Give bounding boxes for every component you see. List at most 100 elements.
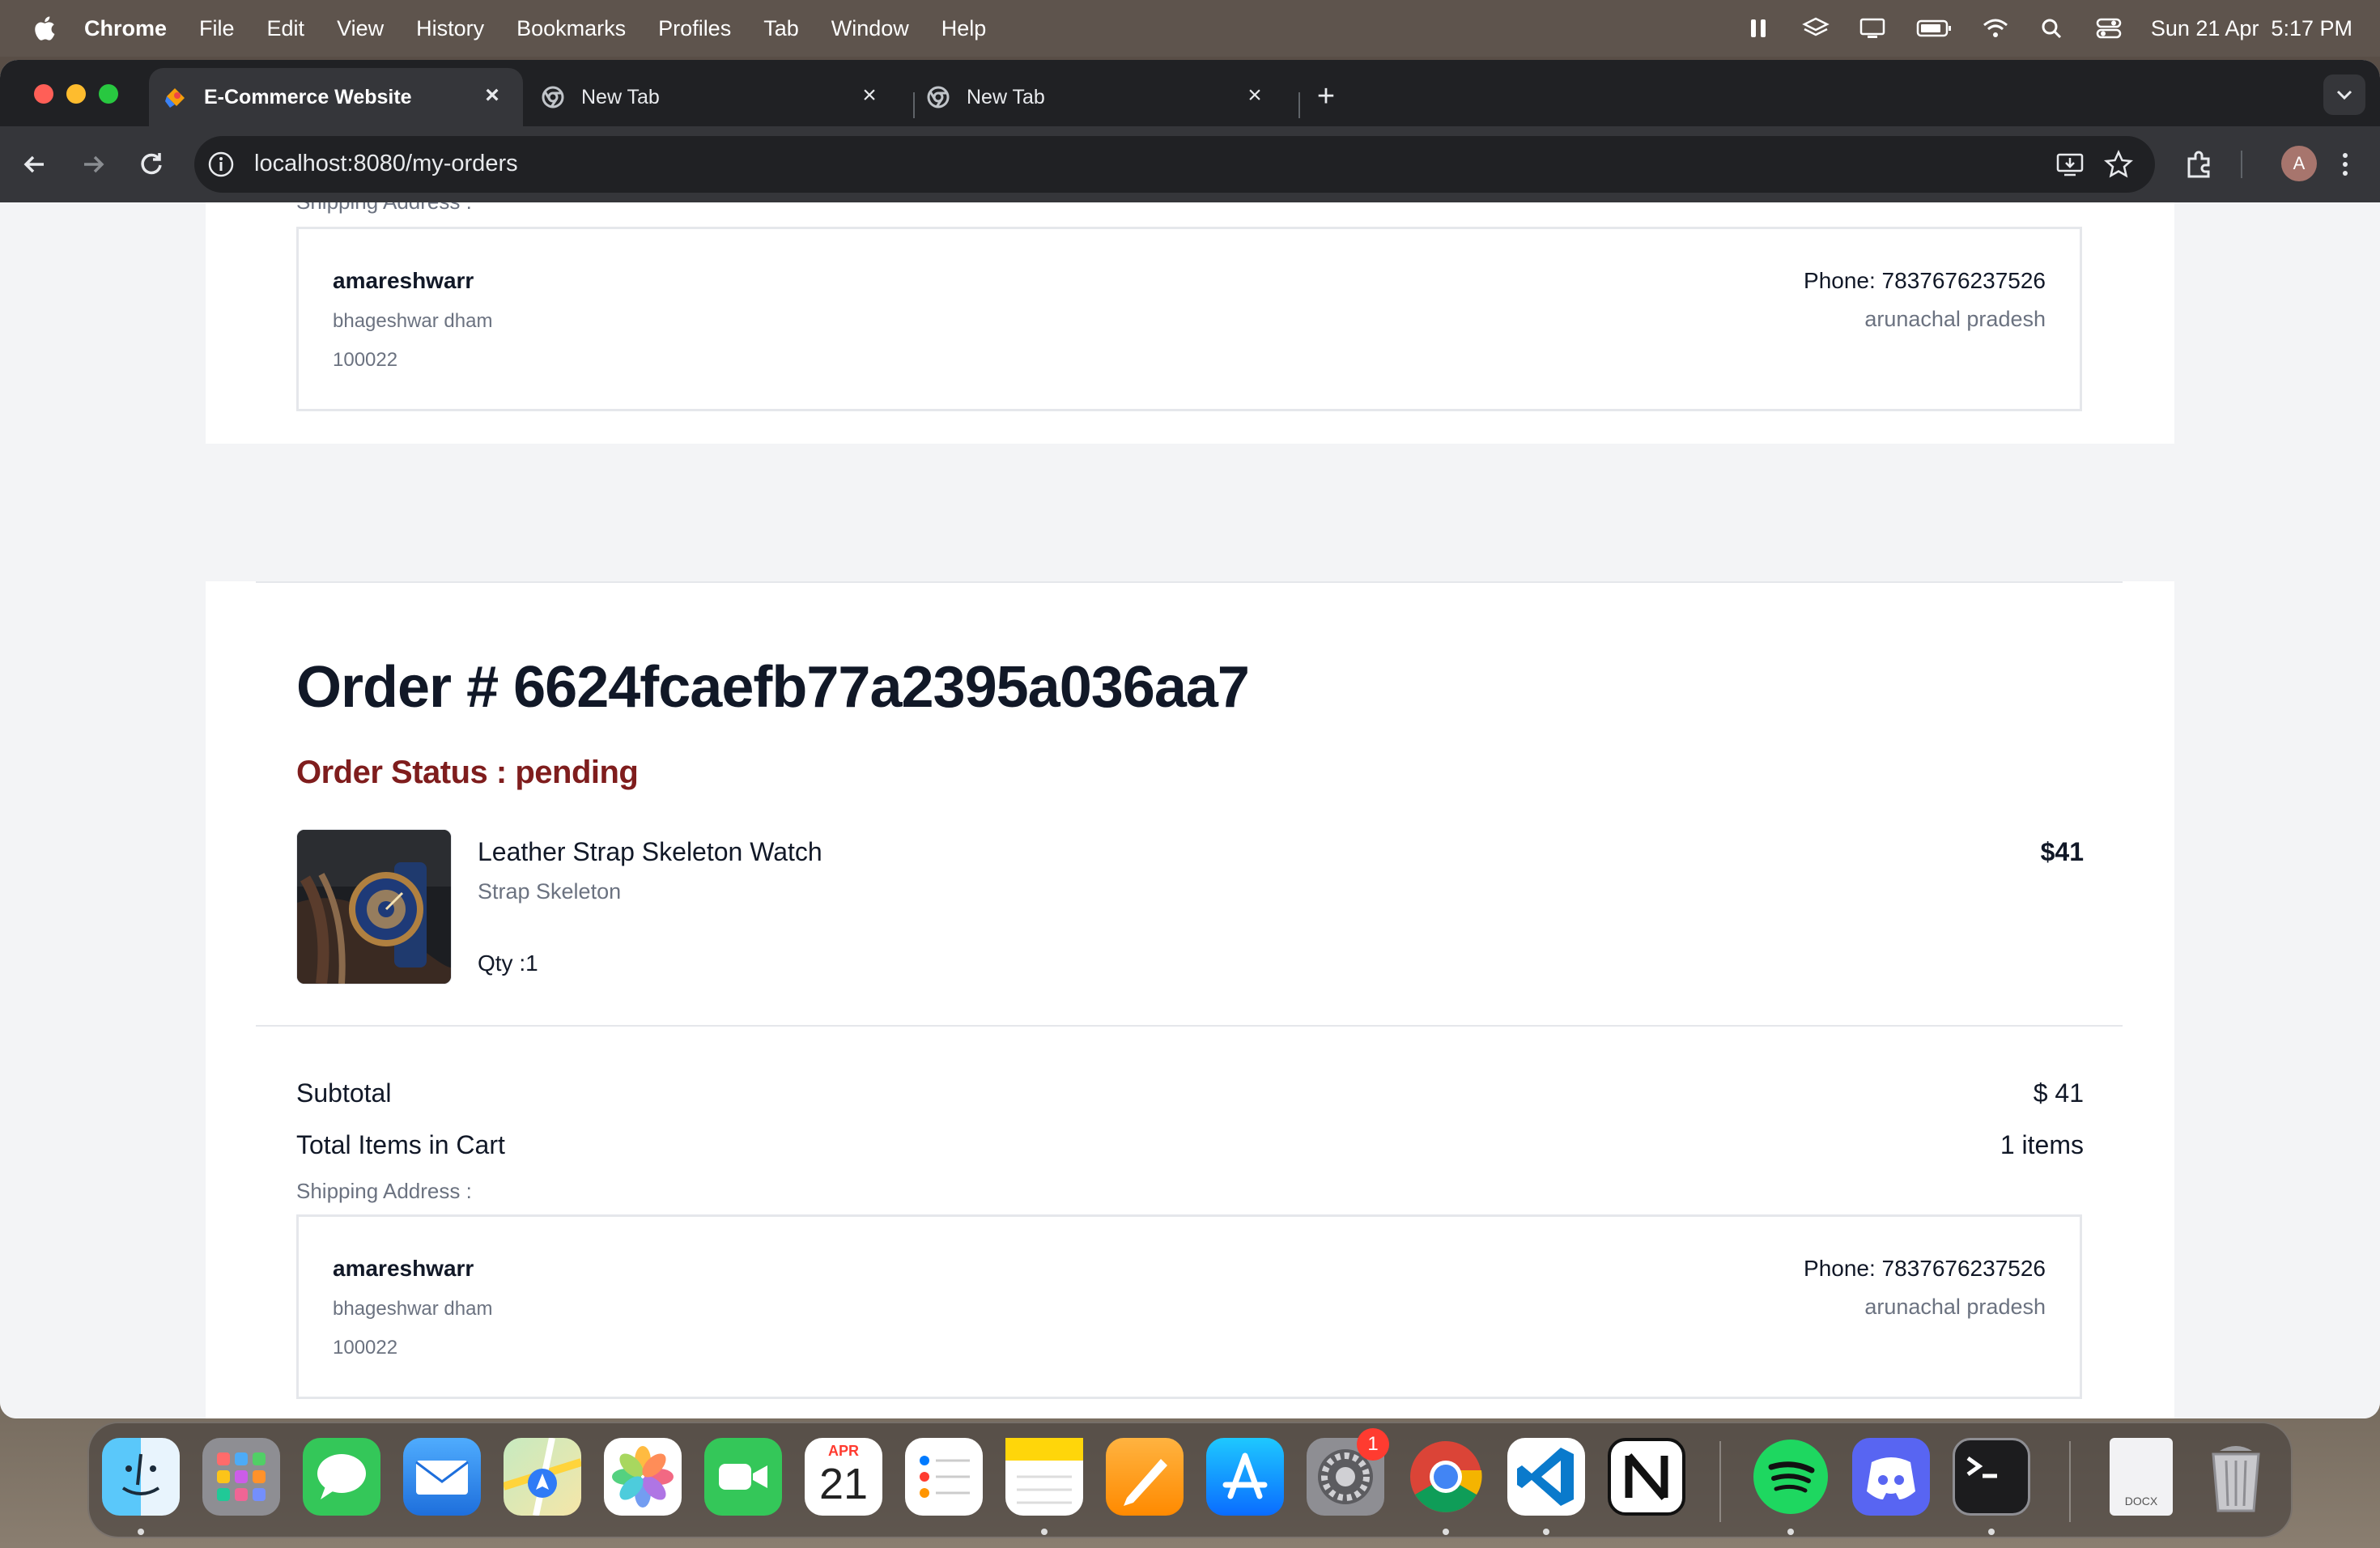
- photos-icon[interactable]: [604, 1438, 682, 1516]
- maps-icon[interactable]: [502, 1437, 583, 1516]
- menu-history[interactable]: History: [416, 16, 484, 41]
- chevron-down-icon: [2336, 90, 2352, 100]
- calendar-month: APR: [827, 1443, 859, 1459]
- product-thumbnail[interactable]: [296, 829, 452, 985]
- launchpad-icon[interactable]: [202, 1438, 280, 1516]
- calendar-icon[interactable]: APR 21: [805, 1438, 882, 1516]
- address-state: arunachal pradesh: [1864, 1295, 2046, 1319]
- address-state: arunachal pradesh: [1864, 307, 2046, 331]
- discord-icon[interactable]: [1852, 1438, 1930, 1516]
- address-street: bhageshwar dham: [333, 310, 493, 332]
- vscode-icon[interactable]: [1507, 1438, 1585, 1516]
- order-card: Order # 6624fcaefb77a2395a036aa7 Order S…: [206, 581, 2174, 1418]
- running-indicator: [1443, 1529, 1449, 1535]
- more-menu-icon[interactable]: [2328, 147, 2362, 181]
- battery-icon[interactable]: [1915, 16, 1953, 40]
- browser-toolbar: localhost:8080/my-orders A: [0, 126, 2380, 202]
- document-icon[interactable]: DOCX: [2110, 1438, 2173, 1516]
- notion-icon[interactable]: [1608, 1438, 1685, 1516]
- extensions-puzzle-icon[interactable]: [2182, 147, 2216, 181]
- spotlight-search-icon[interactable]: [2038, 16, 2067, 40]
- menu-file[interactable]: File: [199, 16, 235, 41]
- tab-title: E-Commerce Website: [204, 85, 412, 108]
- menu-bookmarks[interactable]: Bookmarks: [516, 16, 626, 41]
- subtotal-value: $ 41: [2033, 1078, 2084, 1108]
- status-tool-icon[interactable]: [1745, 16, 1774, 40]
- product-name[interactable]: Leather Strap Skeleton Watch: [478, 837, 822, 867]
- wifi-icon[interactable]: [1981, 16, 2010, 40]
- menu-datetime[interactable]: Sun 21 Apr 5:17 PM: [2151, 16, 2352, 41]
- trash-icon[interactable]: [2197, 1438, 2275, 1516]
- address-phone: Phone: 7837676237526: [1804, 1256, 2046, 1281]
- running-indicator: [1041, 1529, 1048, 1535]
- menu-window[interactable]: Window: [831, 16, 909, 41]
- total-items-label: Total Items in Cart: [296, 1130, 505, 1159]
- layers-icon[interactable]: [1801, 16, 1830, 40]
- tab-title: New Tab: [581, 85, 660, 108]
- back-arrow-icon[interactable]: [18, 147, 52, 181]
- tab-close-icon[interactable]: ×: [481, 83, 504, 108]
- chrome-favicon-icon: [927, 86, 950, 108]
- menu-help[interactable]: Help: [941, 16, 987, 41]
- running-indicator: [1787, 1529, 1794, 1535]
- window-close-button[interactable]: [34, 84, 53, 104]
- divider: [256, 1025, 2123, 1027]
- chrome-icon[interactable]: [1407, 1438, 1485, 1516]
- menu-edit[interactable]: Edit: [267, 16, 305, 41]
- document-type-label: DOCX: [2124, 1495, 2158, 1508]
- menu-app-name[interactable]: Chrome: [84, 16, 167, 41]
- site-info-icon[interactable]: [207, 151, 235, 178]
- order-title: Order # 6624fcaefb77a2395a036aa7: [296, 655, 1250, 720]
- tab-new-tab-1[interactable]: New Tab ×: [526, 68, 900, 126]
- url-text[interactable]: localhost:8080/my-orders: [254, 151, 518, 177]
- menu-tab[interactable]: Tab: [763, 16, 799, 41]
- running-indicator: [1543, 1529, 1549, 1535]
- reminders-icon[interactable]: [905, 1438, 983, 1516]
- app-store-icon[interactable]: [1206, 1438, 1284, 1516]
- facetime-icon[interactable]: [704, 1438, 782, 1516]
- toolbar-separator: [2241, 151, 2242, 178]
- window-zoom-button[interactable]: [99, 84, 118, 104]
- menu-profiles[interactable]: Profiles: [658, 16, 731, 41]
- order-status: Order Status : pending: [296, 755, 639, 790]
- dock-separator: [1719, 1441, 1721, 1522]
- reload-icon[interactable]: [134, 147, 168, 181]
- tab-strip: E-Commerce Website × New Tab × New Tab ×…: [0, 60, 2380, 126]
- shipping-address-box: amareshwarr bhageshwar dham 100022 Phone…: [296, 227, 2082, 411]
- address-bar[interactable]: localhost:8080/my-orders: [194, 136, 2155, 193]
- install-app-icon[interactable]: [2055, 149, 2085, 180]
- bookmark-star-icon[interactable]: [2103, 149, 2134, 180]
- tab-close-icon[interactable]: ×: [858, 83, 881, 108]
- total-items-value: 1 items: [2000, 1130, 2084, 1159]
- new-tab-plus-icon[interactable]: +: [1311, 81, 1341, 112]
- tab-separator: [1298, 92, 1300, 118]
- tab-search-button[interactable]: [2323, 74, 2365, 115]
- pages-icon[interactable]: [1106, 1438, 1184, 1516]
- window-minimize-button[interactable]: [66, 84, 86, 104]
- display-icon[interactable]: [1858, 16, 1887, 40]
- spotify-icon[interactable]: [1752, 1438, 1830, 1516]
- messages-icon[interactable]: [303, 1438, 380, 1516]
- apple-icon[interactable]: [32, 15, 57, 41]
- forward-arrow-icon[interactable]: [76, 147, 110, 181]
- menu-view[interactable]: View: [337, 16, 384, 41]
- divider: [256, 581, 2123, 583]
- system-settings-icon[interactable]: 1: [1307, 1428, 1389, 1516]
- calendar-day: 21: [818, 1460, 869, 1508]
- subtotal-label: Subtotal: [296, 1078, 392, 1108]
- chrome-favicon-icon: [542, 86, 564, 108]
- finder-icon[interactable]: [102, 1438, 180, 1516]
- tab-close-icon[interactable]: ×: [1243, 83, 1266, 108]
- terminal-icon[interactable]: [1953, 1438, 2030, 1516]
- notes-icon[interactable]: [1005, 1438, 1083, 1516]
- tab-new-tab-2[interactable]: New Tab ×: [912, 68, 1286, 126]
- address-street: bhageshwar dham: [333, 1298, 493, 1320]
- shipping-address-label: Shipping Address :: [296, 202, 472, 215]
- previous-order-card: Shipping Address : amareshwarr bhageshwa…: [206, 202, 2174, 444]
- shipping-address-label: Shipping Address :: [296, 1179, 472, 1203]
- tab-ecommerce[interactable]: E-Commerce Website ×: [149, 68, 523, 126]
- site-favicon-icon: [165, 88, 185, 108]
- profile-avatar[interactable]: A: [2281, 146, 2317, 181]
- mail-icon[interactable]: [403, 1438, 481, 1516]
- control-center-icon[interactable]: [2094, 16, 2123, 40]
